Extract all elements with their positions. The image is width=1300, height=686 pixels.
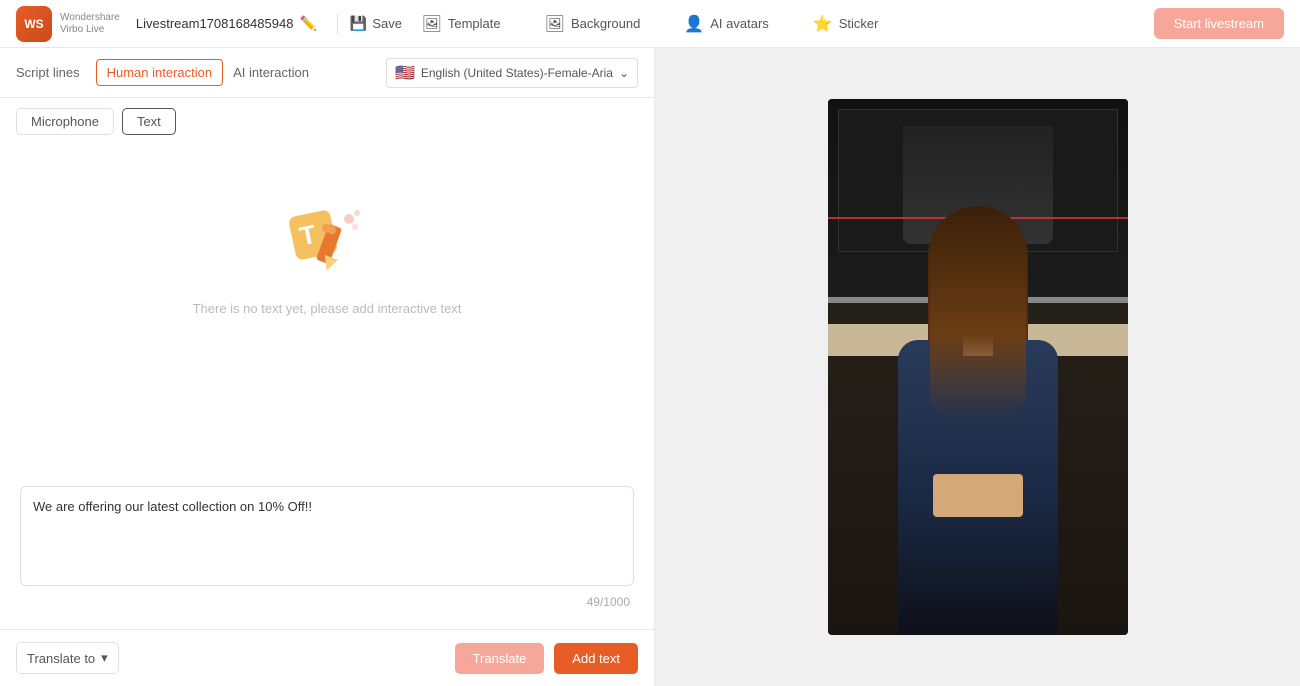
bottom-bar: Translate to ▾ Translate Add text: [0, 629, 654, 686]
arrow-indicator: [60, 245, 140, 505]
chevron-down-icon: ▾: [101, 650, 108, 666]
save-button[interactable]: 💾 Save: [350, 15, 402, 32]
right-panel: [655, 48, 1300, 686]
language-selector[interactable]: 🇺🇸 English (United States)-Female-Aria ⌄: [386, 58, 638, 88]
logo-icon: WS: [16, 6, 52, 42]
empty-icon: T: [287, 205, 367, 285]
sub-tabs: Microphone Text: [0, 98, 654, 145]
add-text-button[interactable]: Add text: [554, 643, 638, 674]
avatar-hair-front: [930, 206, 1026, 420]
nav-background[interactable]: 🖼 Background: [537, 10, 649, 38]
tabs-row: Script lines Human interaction AI intera…: [0, 48, 654, 98]
flag-icon: 🇺🇸: [395, 63, 415, 83]
tab-human-interaction[interactable]: Human interaction: [96, 59, 224, 86]
logo-text: Wondershare Virbo Live: [60, 12, 120, 36]
start-livestream-button[interactable]: Start livestream: [1154, 8, 1284, 39]
script-lines-label: Script lines: [16, 65, 80, 80]
sub-tab-microphone[interactable]: Microphone: [16, 108, 114, 135]
empty-state: T There is no text yet, please add inter…: [193, 165, 462, 336]
main-layout: Script lines Human interaction AI intera…: [0, 48, 1300, 686]
edit-icon[interactable]: ✏️: [299, 15, 316, 32]
header-nav: 🖼 Template 🖼 Background 👤 AI avatars ⭐ S…: [414, 10, 887, 38]
tab-ai-interaction[interactable]: AI interaction: [223, 59, 319, 86]
nav-template[interactable]: 🖼 Template: [414, 10, 509, 38]
save-icon: 💾: [350, 15, 367, 32]
content-area: T There is no text yet, please add inter…: [0, 145, 654, 629]
chevron-down-icon: ⌄: [619, 66, 629, 80]
project-name: Livestream1708168485948: [136, 16, 294, 31]
nav-sticker[interactable]: ⭐ Sticker: [805, 10, 887, 38]
ai-avatar-icon: 👤: [684, 14, 704, 34]
avatar-midriff: [933, 474, 1023, 517]
left-panel: Script lines Human interaction AI intera…: [0, 48, 655, 686]
logo-area: WS Wondershare Virbo Live: [16, 6, 120, 42]
char-count: 49/1000: [20, 595, 634, 609]
sticker-icon: ⭐: [813, 14, 833, 34]
sub-tab-text[interactable]: Text: [122, 108, 176, 135]
background-icon: 🖼: [545, 14, 565, 34]
template-icon: 🖼: [422, 14, 442, 34]
header: WS Wondershare Virbo Live Livestream1708…: [0, 0, 1300, 48]
nav-ai-avatars[interactable]: 👤 AI avatars: [676, 10, 776, 38]
translate-to-selector[interactable]: Translate to ▾: [16, 642, 119, 674]
divider: [337, 14, 338, 34]
preview-image: [828, 99, 1128, 635]
empty-state-icon: T: [287, 205, 367, 285]
empty-state-text: There is no text yet, please add interac…: [193, 301, 462, 316]
translate-button[interactable]: Translate: [455, 643, 545, 674]
